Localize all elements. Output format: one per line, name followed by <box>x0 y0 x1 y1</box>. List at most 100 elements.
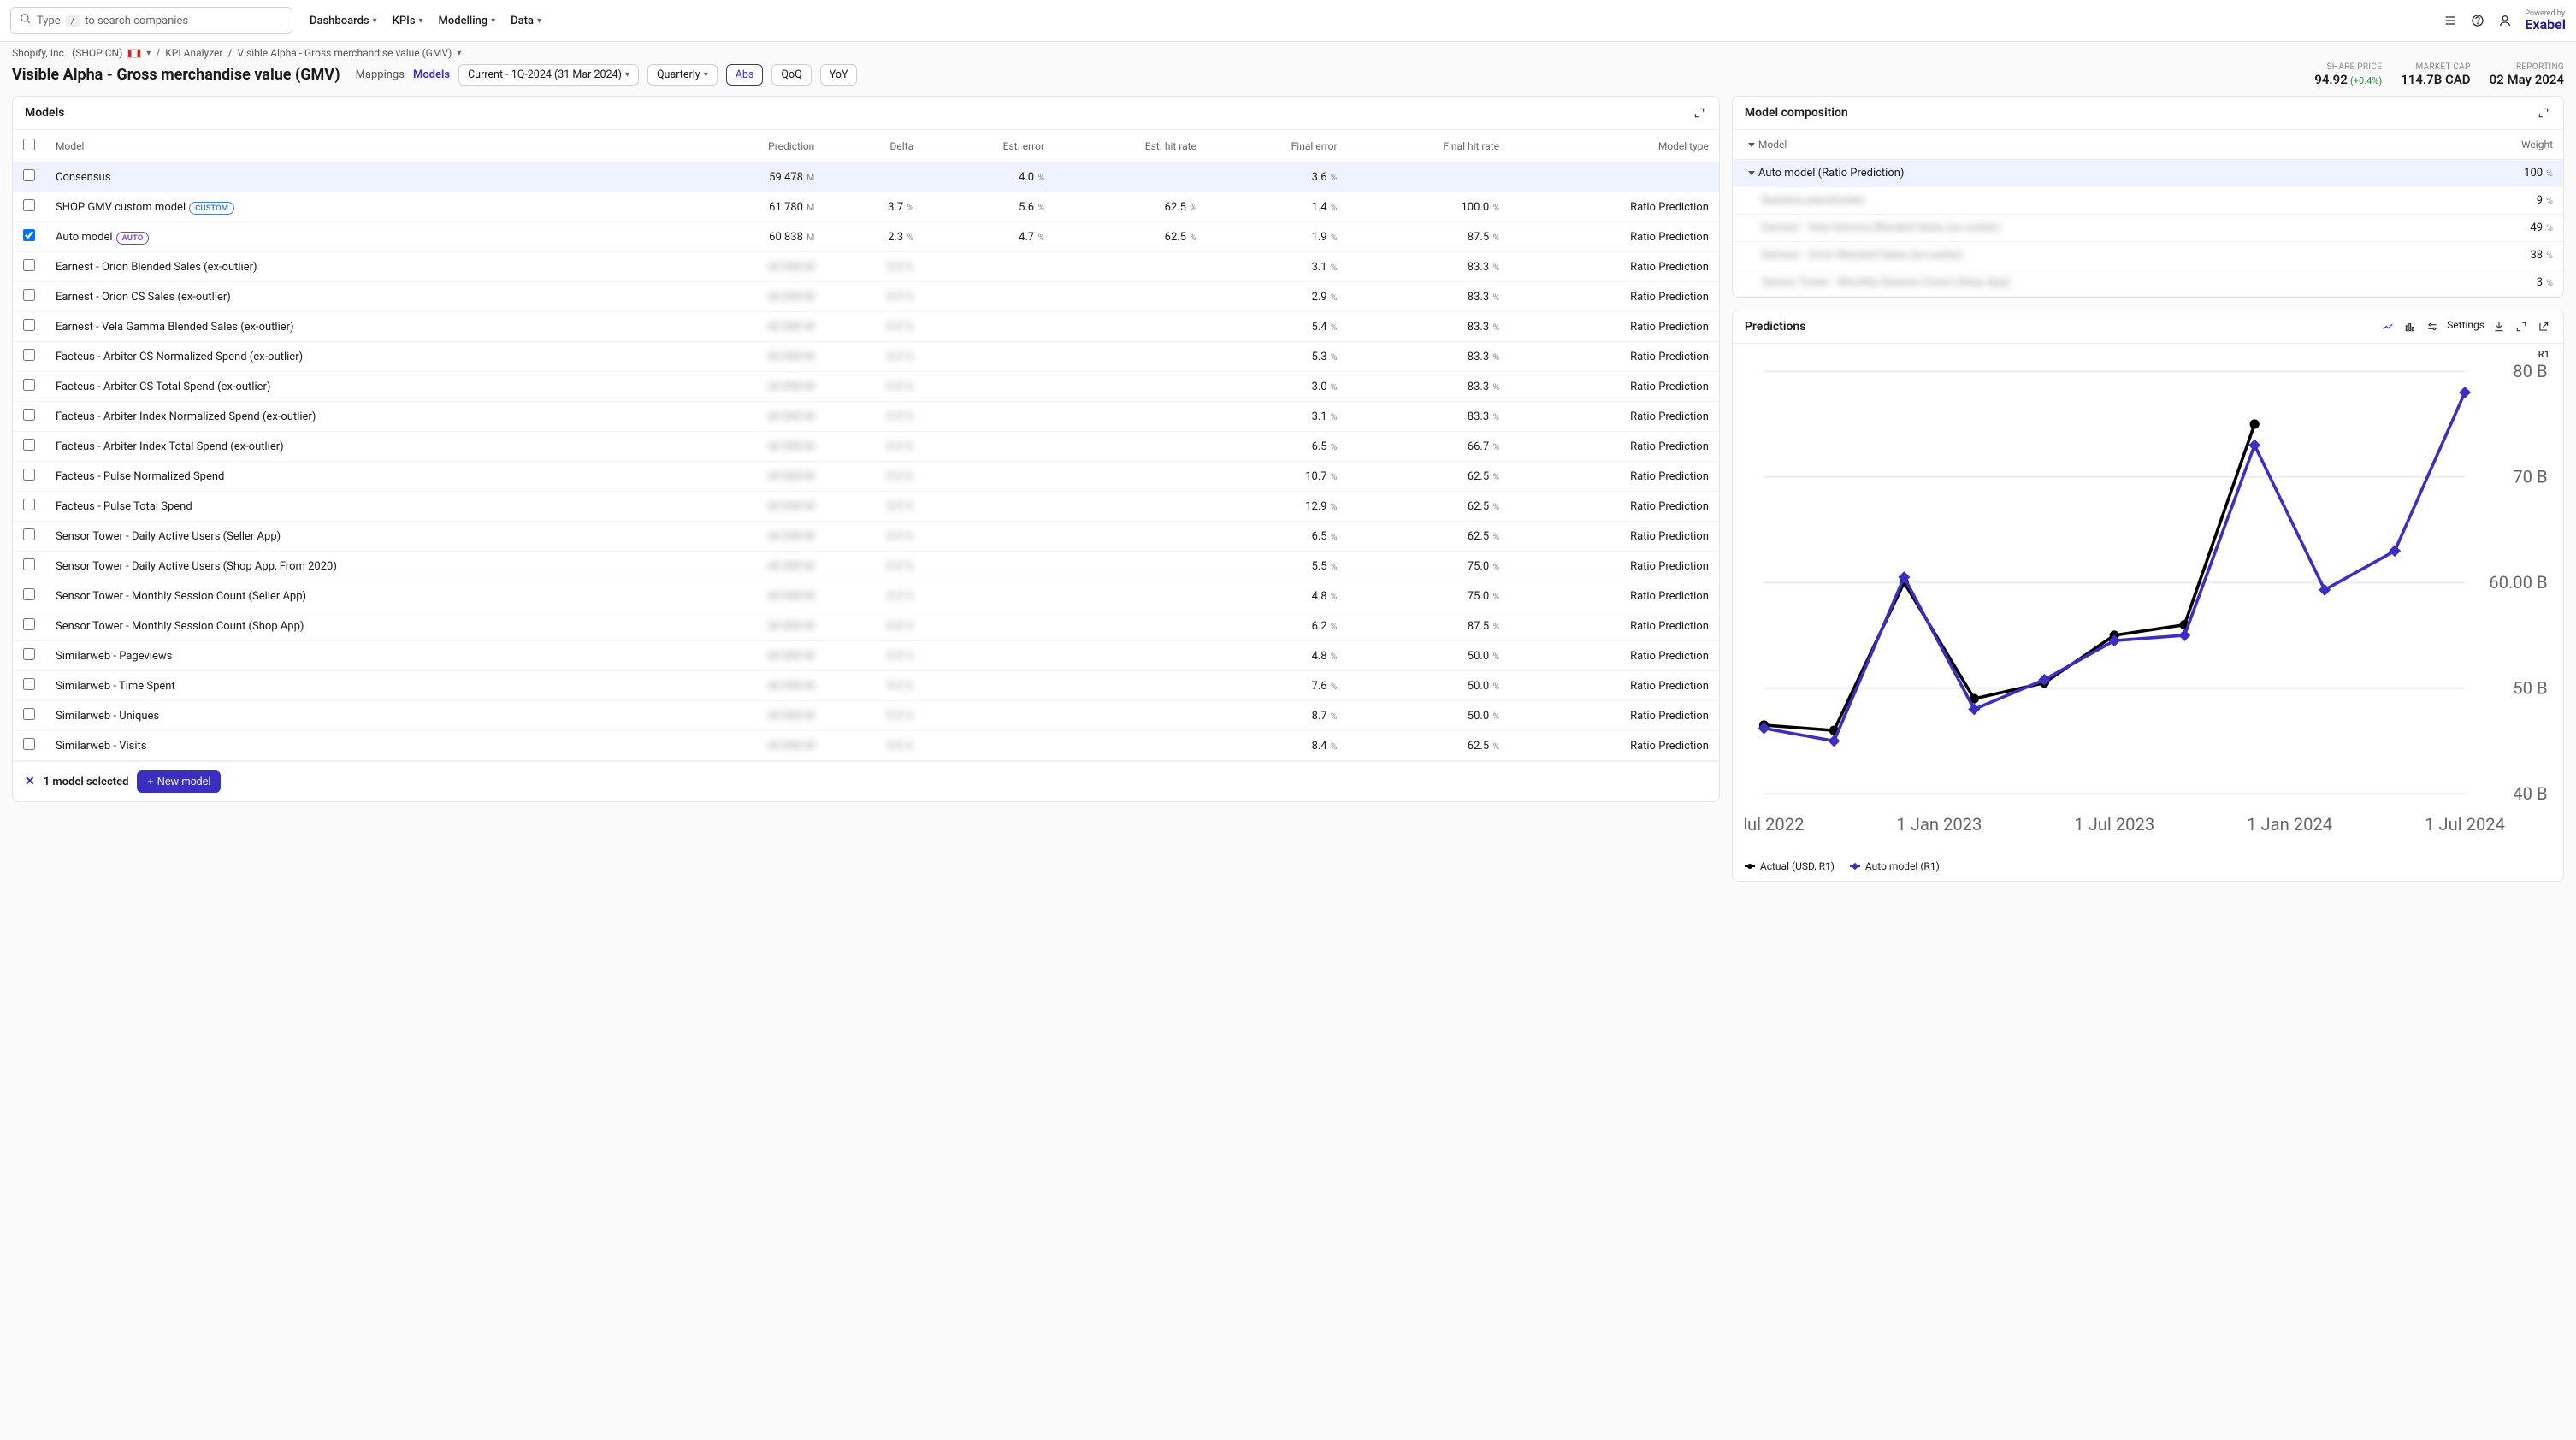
row-checkbox[interactable] <box>23 618 35 630</box>
row-checkbox[interactable] <box>23 319 35 331</box>
nav-data[interactable]: Data▾ <box>511 15 541 27</box>
table-row[interactable]: Earnest - Orion Blended Sales (ex-outlie… <box>13 252 1719 282</box>
expand-icon[interactable] <box>2536 105 2551 121</box>
legend-auto[interactable]: Auto model (R1) <box>1850 860 1940 872</box>
select-all-checkbox[interactable] <box>23 139 35 150</box>
row-checkbox[interactable] <box>23 708 35 720</box>
crumb-analyzer[interactable]: KPI Analyzer <box>165 47 222 59</box>
table-row[interactable]: Sensor Tower - Monthly Session Count (Sh… <box>13 611 1719 641</box>
col-delta[interactable]: Delta <box>824 130 924 162</box>
table-row[interactable]: Sensor Tower - Daily Active Users (Shop … <box>13 552 1719 581</box>
table-row[interactable]: Facteus - Arbiter CS Normalized Spend (e… <box>13 342 1719 372</box>
settings-icon[interactable] <box>2425 319 2440 334</box>
table-row[interactable]: Facteus - Pulse Total Spend 60 000 M 0.0… <box>13 492 1719 522</box>
table-row[interactable]: Auto model (Ratio Prediction) 100 % <box>1733 160 2563 187</box>
crumb-company[interactable]: Shopify, Inc. <box>12 47 67 59</box>
row-checkbox[interactable] <box>23 558 35 570</box>
row-checkbox[interactable] <box>23 738 35 750</box>
line-chart-icon[interactable] <box>2380 319 2396 334</box>
abs-toggle[interactable]: Abs <box>726 64 764 86</box>
delta-cell: 0.0 % <box>824 581 924 611</box>
tab-models[interactable]: Models <box>413 68 450 81</box>
nav-kpis[interactable]: KPIs▾ <box>393 15 423 27</box>
model-name: Facteus - Pulse Normalized Spend <box>45 462 683 492</box>
row-checkbox[interactable] <box>23 588 35 600</box>
row-checkbox[interactable] <box>23 289 35 301</box>
table-row[interactable]: Sensor Tower - Monthly Session Count (Sh… <box>1733 269 2563 297</box>
row-checkbox[interactable] <box>23 229 35 241</box>
row-checkbox[interactable] <box>23 349 35 361</box>
table-row[interactable]: Facteus - Arbiter Index Normalized Spend… <box>13 402 1719 432</box>
table-row[interactable]: Earnest - Vela Gamma Blended Sales (ex-o… <box>1733 215 2563 242</box>
table-row[interactable]: Similarweb - Visits 60 000 M 0.0 % 8.4 %… <box>13 731 1719 761</box>
table-row[interactable]: Facteus - Arbiter CS Total Spend (ex-out… <box>13 372 1719 402</box>
chevron-down-icon[interactable]: ▾ <box>146 49 151 58</box>
col-final-hit[interactable]: Final hit rate <box>1348 130 1510 162</box>
yoy-toggle[interactable]: YoY <box>820 64 858 86</box>
row-checkbox[interactable] <box>23 259 35 271</box>
row-checkbox[interactable] <box>23 469 35 481</box>
col-prediction[interactable]: Prediction <box>683 130 825 162</box>
frequency-select[interactable]: Quarterly▾ <box>647 64 718 86</box>
row-checkbox[interactable] <box>23 528 35 540</box>
table-row[interactable]: Sensor Tower - Daily Active Users (Selle… <box>13 522 1719 552</box>
table-row[interactable]: Earnest - Vela Gamma Blended Sales (ex-o… <box>13 312 1719 342</box>
row-checkbox[interactable] <box>23 409 35 421</box>
table-row[interactable]: Facteus - Pulse Normalized Spend 60 000 … <box>13 462 1719 492</box>
table-row[interactable]: Earnest - Orion Blended Sales (ex-outlie… <box>1733 242 2563 269</box>
table-row[interactable]: Similarweb - Time Spent 60 000 M 0.0 % 7… <box>13 671 1719 701</box>
caret-down-icon[interactable] <box>1748 143 1755 147</box>
list-icon[interactable] <box>2443 13 2458 28</box>
col-final-error[interactable]: Final error <box>1207 130 1348 162</box>
final-hit-cell: 83.3 % <box>1348 312 1510 342</box>
table-row[interactable]: Earnest - Orion CS Sales (ex-outlier) 60… <box>13 282 1719 312</box>
table-row[interactable]: Consensus 59 478 M 4.0 % 3.6 % <box>13 162 1719 192</box>
col-est-error[interactable]: Est. error <box>924 130 1055 162</box>
table-row[interactable]: Auto modelAUTO 60 838 M 2.3 % 4.7 % 62.5… <box>13 222 1719 252</box>
tab-mappings[interactable]: Mappings <box>356 68 405 81</box>
bar-chart-icon[interactable] <box>2402 319 2418 334</box>
help-icon[interactable] <box>2470 13 2485 28</box>
svg-text:60.00 B: 60.00 B <box>2489 572 2547 593</box>
svg-text:40 B: 40 B <box>2513 783 2547 804</box>
comp-weight: 100 % <box>2436 160 2563 187</box>
expand-icon[interactable] <box>2514 319 2529 334</box>
row-checkbox[interactable] <box>23 648 35 660</box>
table-row[interactable]: Sensor Tower - Monthly Session Count (Se… <box>13 581 1719 611</box>
col-est-hit[interactable]: Est. hit rate <box>1055 130 1207 162</box>
download-icon[interactable] <box>2491 319 2507 334</box>
table-row[interactable]: Similarweb - Uniques 60 000 M 0.0 % 8.7 … <box>13 701 1719 731</box>
crumb-kpi[interactable]: Visible Alpha - Gross merchandise value … <box>237 47 452 59</box>
est-error-cell: 5.6 % <box>924 192 1055 222</box>
row-checkbox[interactable] <box>23 199 35 211</box>
nav-modelling[interactable]: Modelling▾ <box>439 15 496 27</box>
model-type-cell: Ratio Prediction <box>1510 671 1719 701</box>
table-row[interactable]: Similarweb - Pageviews 60 000 M 0.0 % 4.… <box>13 641 1719 671</box>
col-model[interactable]: Model <box>45 130 683 162</box>
final-error-cell: 8.4 % <box>1207 731 1348 761</box>
nav-dashboards[interactable]: Dashboards▾ <box>310 15 377 27</box>
user-icon[interactable] <box>2497 13 2513 28</box>
new-model-button[interactable]: +New model <box>137 770 221 793</box>
settings-label[interactable]: Settings <box>2447 319 2484 334</box>
qoq-toggle[interactable]: QoQ <box>771 64 811 86</box>
row-checkbox[interactable] <box>23 169 35 181</box>
period-select[interactable]: Current - 1Q-2024 (31 Mar 2024)▾ <box>458 64 639 86</box>
row-checkbox[interactable] <box>23 439 35 451</box>
row-checkbox[interactable] <box>23 379 35 391</box>
popup-icon[interactable] <box>2536 319 2551 334</box>
col-model-type[interactable]: Model type <box>1510 130 1719 162</box>
chevron-down-icon[interactable]: ▾ <box>457 49 461 58</box>
predictions-chart[interactable]: 40 B50 B60.00 B70 B80 B1 Jul 20221 Jan 2… <box>1745 362 2551 841</box>
search-input[interactable]: Type / to search companies <box>10 7 292 34</box>
clear-selection-button[interactable]: ✕ <box>25 775 35 788</box>
row-checkbox[interactable] <box>23 499 35 510</box>
legend-actual[interactable]: Actual (USD, R1) <box>1745 860 1835 872</box>
row-checkbox[interactable] <box>23 678 35 690</box>
table-row[interactable]: SHOP GMV custom modelCUSTOM 61 780 M 3.7… <box>13 192 1719 222</box>
est-hit-cell <box>1055 611 1207 641</box>
expand-icon[interactable] <box>1692 105 1707 121</box>
final-error-cell: 4.8 % <box>1207 641 1348 671</box>
table-row[interactable]: Facteus - Arbiter Index Total Spend (ex-… <box>13 432 1719 462</box>
table-row[interactable]: Baseline placeholder 9 % <box>1733 187 2563 215</box>
